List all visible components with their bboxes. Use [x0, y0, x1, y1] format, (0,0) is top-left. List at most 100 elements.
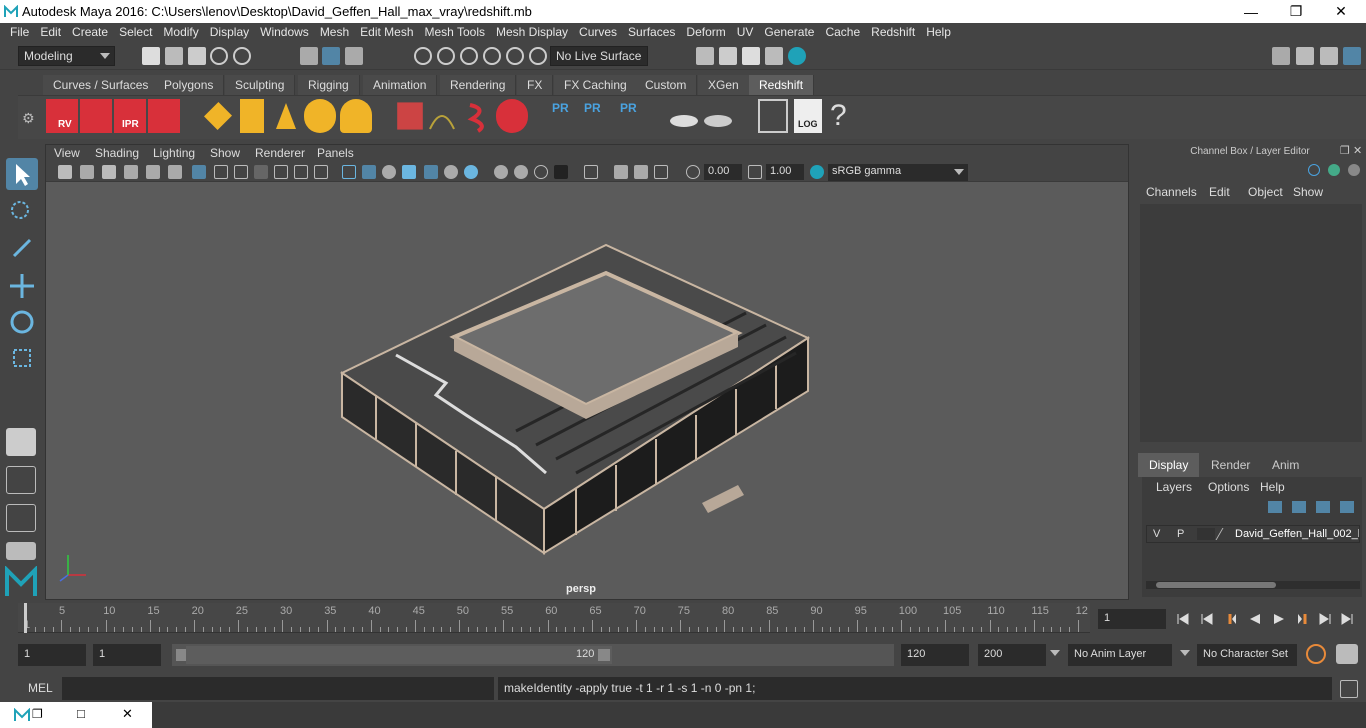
- menu-mesh-tools[interactable]: Mesh Tools: [425, 23, 485, 41]
- two-d-pan-icon[interactable]: [146, 165, 160, 179]
- close-panel-icon[interactable]: ✕: [1353, 144, 1362, 157]
- auto-key-icon[interactable]: [1306, 644, 1326, 664]
- mode-selector[interactable]: Modeling: [18, 46, 115, 66]
- script-editor-icon[interactable]: [758, 99, 788, 133]
- shadows-icon[interactable]: [444, 165, 458, 179]
- colorspace-dropdown[interactable]: sRGB gamma: [828, 164, 968, 181]
- bake-set-icon[interactable]: [702, 99, 734, 133]
- range-slider[interactable]: 1 120: [172, 644, 894, 666]
- grease-pencil-icon[interactable]: [168, 165, 182, 179]
- menu-cache[interactable]: Cache: [825, 23, 860, 41]
- current-time-indicator[interactable]: [24, 603, 27, 633]
- dome-light-icon[interactable]: [304, 99, 336, 133]
- screen-space-ao-icon[interactable]: [464, 165, 478, 179]
- move-layer-down-icon[interactable]: [1292, 501, 1306, 513]
- menu-create[interactable]: Create: [72, 23, 108, 41]
- menu-edit-mesh[interactable]: Edit Mesh: [360, 23, 413, 41]
- layer-name[interactable]: David_Geffen_Hall_002_l: [1235, 528, 1359, 540]
- time-slider[interactable]: 1 5 10 15 20 25 30 35 40 45 50 55 60 65 70 75 80 85 90 95 10…: [18, 603, 1090, 635]
- layer-scrollbar[interactable]: [1146, 581, 1360, 589]
- save-scene-icon[interactable]: [188, 47, 206, 65]
- pr-export-icon[interactable]: PR: [580, 99, 608, 133]
- render-settings-icon[interactable]: [765, 47, 783, 65]
- tab-rendering[interactable]: Rendering: [440, 75, 517, 95]
- channel-list[interactable]: [1140, 204, 1362, 442]
- material-ball-icon[interactable]: [496, 99, 528, 133]
- layer-playback-toggle[interactable]: P: [1177, 528, 1184, 540]
- four-pane-layout-icon[interactable]: [6, 466, 36, 494]
- make-live-icon[interactable]: [529, 47, 547, 65]
- proxy-icon[interactable]: [397, 102, 423, 130]
- textured-icon[interactable]: [402, 165, 416, 179]
- menu-mesh-display[interactable]: Mesh Display: [496, 23, 568, 41]
- go-to-start-icon[interactable]: [1176, 612, 1190, 626]
- select-tool-icon[interactable]: [6, 158, 38, 190]
- step-forward-key-icon[interactable]: [1296, 612, 1310, 626]
- wireframe-icon[interactable]: [342, 165, 356, 179]
- render-options-icon[interactable]: [148, 99, 180, 133]
- bake-icon[interactable]: [668, 99, 700, 133]
- mini-restore-icon[interactable]: ❐: [32, 707, 43, 721]
- xray-components-icon[interactable]: [634, 165, 648, 179]
- command-input[interactable]: [62, 677, 494, 700]
- viewport-panel[interactable]: View Shading Lighting Show Renderer Pane…: [45, 144, 1129, 600]
- help-icon[interactable]: ?: [830, 99, 854, 133]
- log-icon[interactable]: LOG: [794, 99, 822, 133]
- exposure-icon[interactable]: [686, 165, 700, 179]
- menu-curves[interactable]: Curves: [579, 23, 617, 41]
- playback-end-field[interactable]: 120: [901, 644, 969, 666]
- single-pane-layout-icon[interactable]: [6, 428, 36, 456]
- isolate-select-icon[interactable]: [554, 165, 568, 179]
- snap-point-icon[interactable]: [460, 47, 478, 65]
- tab-display[interactable]: Display: [1138, 453, 1200, 477]
- start-time-field[interactable]: 1: [18, 644, 86, 666]
- area-light-icon[interactable]: [203, 101, 233, 131]
- panel-layout-icon[interactable]: [6, 542, 36, 560]
- step-forward-icon[interactable]: [1318, 612, 1332, 626]
- rotate-tool-icon[interactable]: [6, 306, 38, 338]
- vp-menu-panels[interactable]: Panels: [317, 146, 354, 160]
- playback-start-field[interactable]: 1: [93, 644, 161, 666]
- move-tool-icon[interactable]: [6, 270, 38, 302]
- color-management-icon[interactable]: [810, 165, 824, 179]
- layer-menu-help[interactable]: Help: [1260, 480, 1285, 494]
- tab-rigging[interactable]: Rigging: [298, 75, 360, 95]
- step-back-icon[interactable]: [1200, 612, 1214, 626]
- menu-file[interactable]: File: [10, 23, 29, 41]
- building-model[interactable]: [46, 183, 1128, 599]
- tab-custom[interactable]: Custom: [635, 75, 698, 95]
- new-layer-icon[interactable]: [1316, 501, 1330, 513]
- manipulator-icon[interactable]: [1328, 164, 1340, 176]
- render-view-icon[interactable]: [696, 47, 714, 65]
- layer-visibility-toggle[interactable]: V: [1153, 528, 1160, 540]
- mini-close-icon[interactable]: ✕: [122, 706, 133, 722]
- layer-row[interactable]: V P David_Geffen_Hall_002_l: [1146, 525, 1360, 543]
- tab-fx-caching[interactable]: FX Caching: [554, 75, 638, 95]
- safe-title-icon[interactable]: [314, 165, 328, 179]
- menu-edit[interactable]: Edit: [40, 23, 61, 41]
- field-chart-icon[interactable]: [274, 165, 288, 179]
- exposure-field[interactable]: 0.00: [704, 164, 742, 180]
- layer-color-swatch[interactable]: [1215, 528, 1235, 540]
- sun-sky-icon[interactable]: [340, 99, 372, 133]
- lasso-tool-icon[interactable]: [6, 196, 38, 228]
- smooth-shade-icon[interactable]: [362, 165, 376, 179]
- portal-light-icon[interactable]: [240, 99, 264, 133]
- render-frame-icon[interactable]: [719, 47, 737, 65]
- chevron-down-icon[interactable]: [1050, 650, 1060, 656]
- snap-grid-icon[interactable]: [414, 47, 432, 65]
- character-set-field[interactable]: No Character Set: [1197, 644, 1297, 666]
- safe-action-icon[interactable]: [294, 165, 308, 179]
- motion-blur-icon[interactable]: [494, 165, 508, 179]
- scale-tool-icon[interactable]: [6, 342, 38, 374]
- tab-curves-surfaces[interactable]: Curves / Surfaces: [43, 75, 160, 95]
- vp-menu-shading[interactable]: Shading: [95, 146, 139, 160]
- menu-modify[interactable]: Modify: [163, 23, 198, 41]
- vp-menu-show[interactable]: Show: [210, 146, 240, 160]
- go-to-end-icon[interactable]: [1340, 612, 1354, 626]
- chevron-down-icon[interactable]: [1180, 650, 1190, 656]
- menu-mesh[interactable]: Mesh: [320, 23, 349, 41]
- ipr-render-icon[interactable]: [742, 47, 760, 65]
- scrollbar-thumb[interactable]: [1156, 582, 1276, 588]
- vp-menu-lighting[interactable]: Lighting: [153, 146, 195, 160]
